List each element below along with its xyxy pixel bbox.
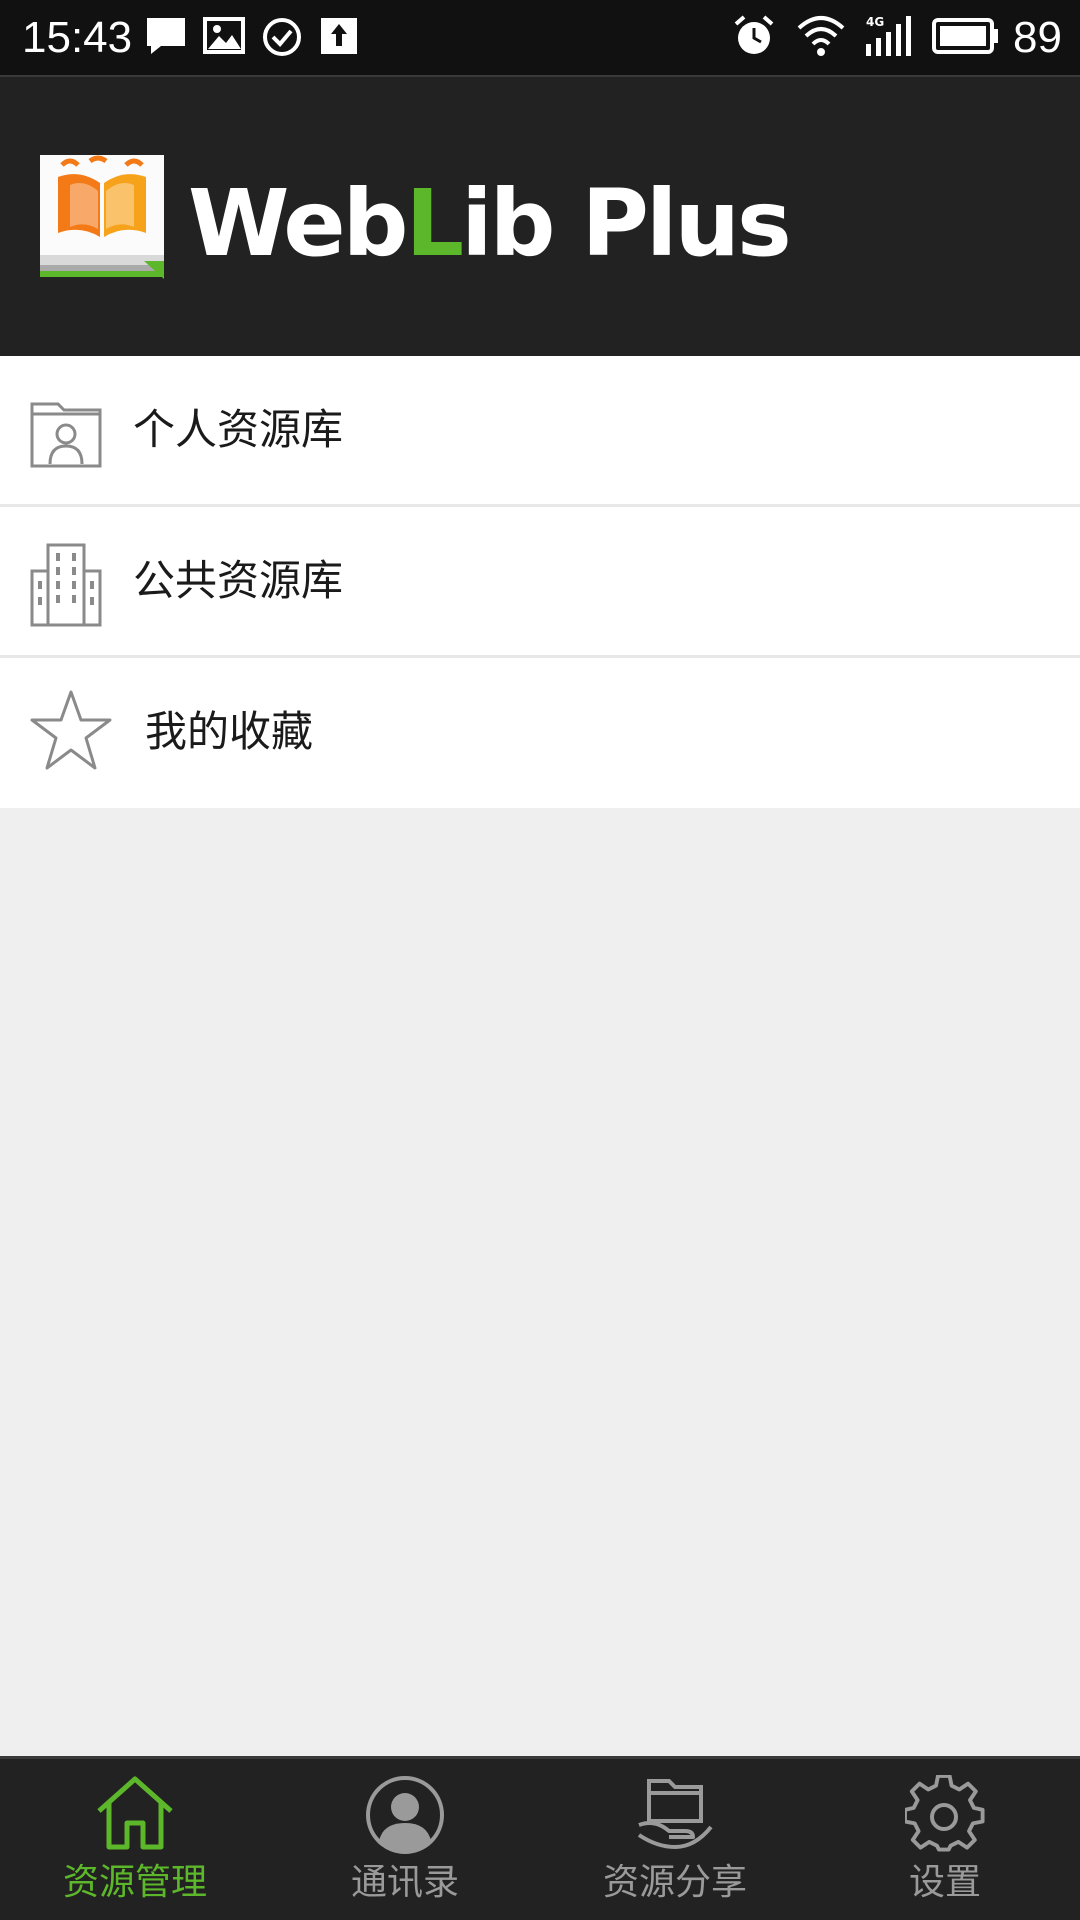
nav-tab-resource-management[interactable]: 资源管理 bbox=[0, 1759, 270, 1920]
status-bar: 15:43 4G 89 bbox=[0, 0, 1080, 75]
menu-item-label: 公共资源库 bbox=[133, 556, 344, 605]
battery-level: 89 bbox=[1013, 13, 1062, 62]
signal-4g-icon: 4G bbox=[864, 14, 918, 62]
battery-icon bbox=[932, 18, 1000, 58]
open-book-logo bbox=[40, 155, 164, 283]
nav-tab-resource-share[interactable]: 资源分享 bbox=[540, 1759, 810, 1920]
resource-menu: 个人资源库 公共资源库 我的收藏 bbox=[0, 356, 1080, 808]
nav-tab-label: 设置 bbox=[908, 1862, 981, 1903]
upload-icon bbox=[319, 16, 359, 60]
gear-icon bbox=[903, 1773, 985, 1859]
image-icon bbox=[203, 16, 245, 60]
svg-text:4G: 4G bbox=[866, 15, 884, 29]
menu-item-favorites[interactable]: 我的收藏 bbox=[0, 658, 1080, 808]
app-logo-text: WebLib Plus bbox=[188, 170, 792, 277]
nav-tab-label: 资源管理 bbox=[62, 1862, 207, 1903]
alarm-icon bbox=[732, 14, 776, 62]
nav-tab-label: 通讯录 bbox=[350, 1862, 459, 1903]
share-folder-icon bbox=[635, 1775, 715, 1855]
message-icon bbox=[145, 16, 187, 60]
menu-item-public-library[interactable]: 公共资源库 bbox=[0, 507, 1080, 658]
bottom-nav: 资源管理 通讯录 资源分享 设置 bbox=[0, 1756, 1080, 1920]
nav-tab-settings[interactable]: 设置 bbox=[810, 1759, 1080, 1920]
building-icon bbox=[28, 541, 104, 631]
menu-item-label: 个人资源库 bbox=[133, 405, 344, 454]
contact-icon bbox=[365, 1775, 445, 1859]
check-circle-icon bbox=[261, 16, 303, 62]
wifi-icon bbox=[796, 12, 846, 62]
app-header: WebLib Plus bbox=[0, 75, 1080, 356]
home-icon bbox=[95, 1775, 175, 1855]
nav-tab-label: 资源分享 bbox=[602, 1862, 747, 1903]
menu-item-personal-library[interactable]: 个人资源库 bbox=[0, 356, 1080, 507]
star-icon bbox=[28, 688, 114, 776]
menu-item-label: 我的收藏 bbox=[145, 707, 314, 756]
status-time: 15:43 bbox=[22, 13, 133, 62]
personal-folder-icon bbox=[28, 394, 104, 474]
nav-tab-contacts[interactable]: 通讯录 bbox=[270, 1759, 540, 1920]
